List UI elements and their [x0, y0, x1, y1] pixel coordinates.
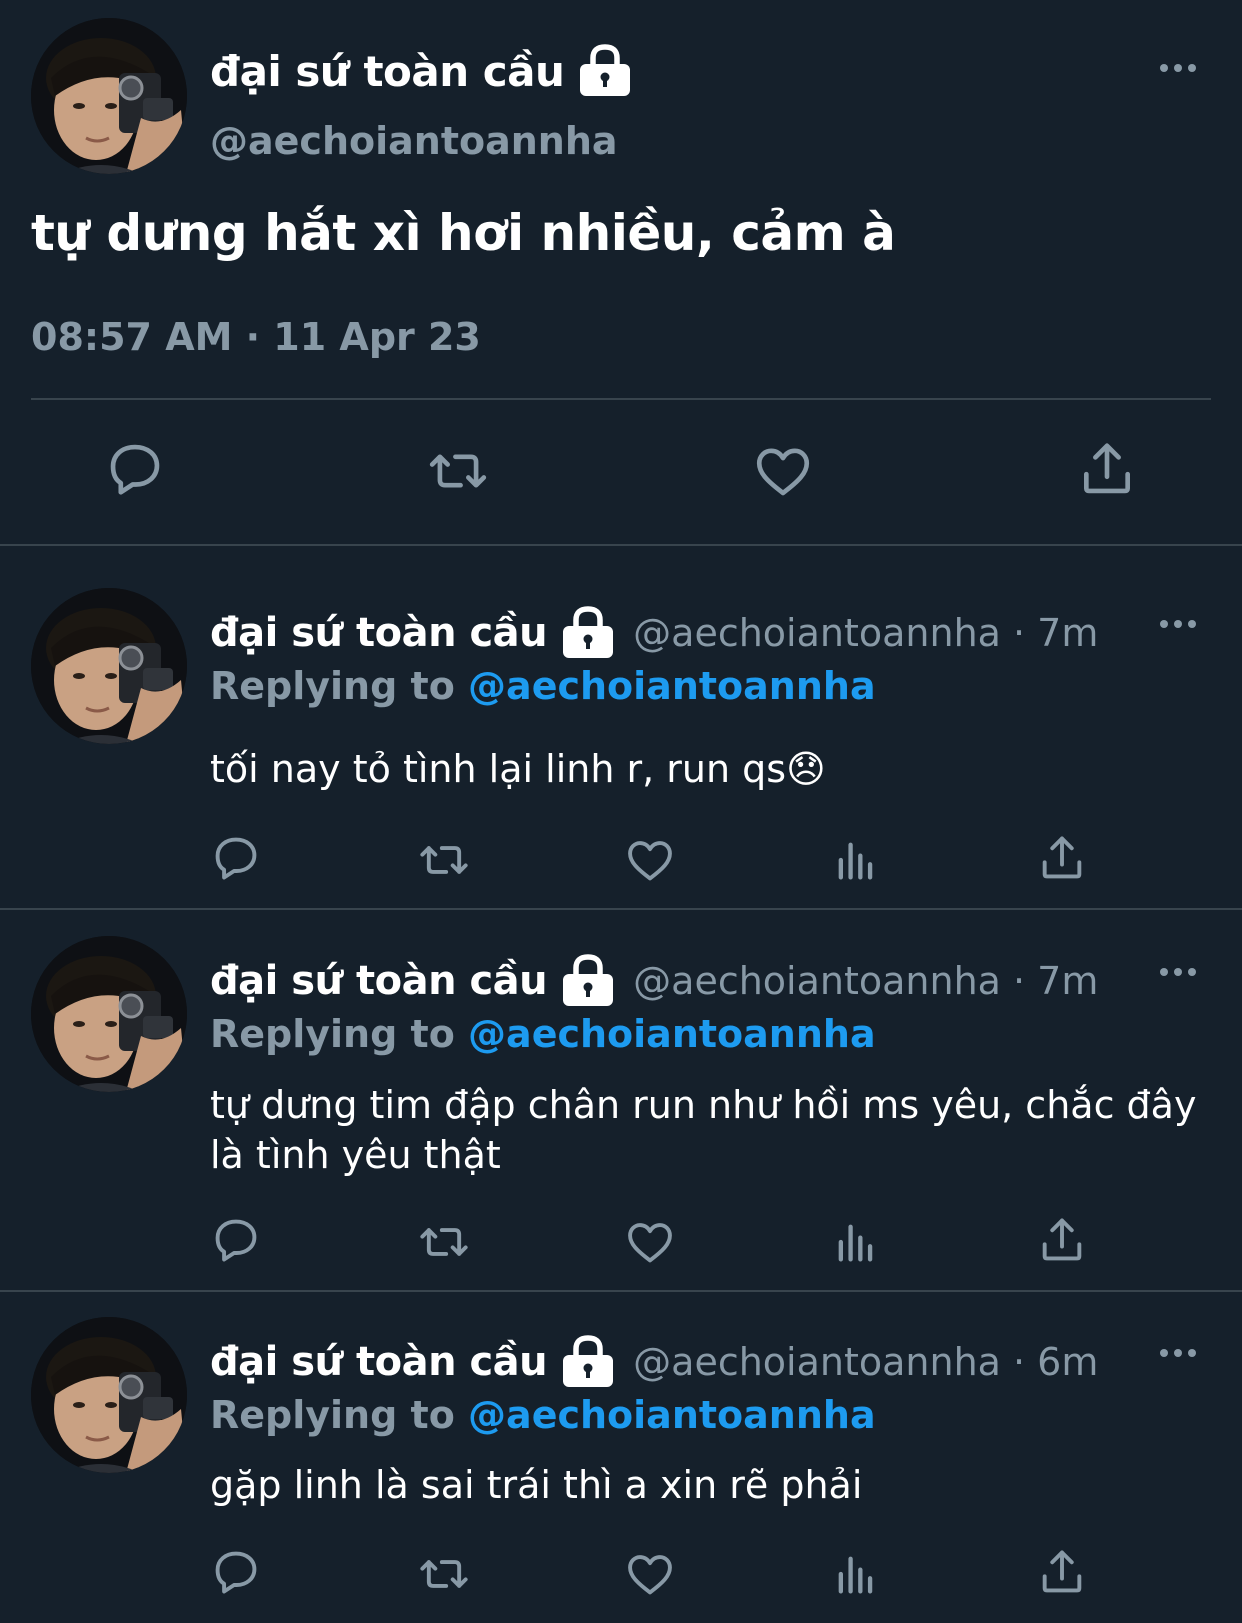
stats-icon[interactable]: [830, 834, 882, 886]
reply-icon[interactable]: [104, 438, 166, 500]
display-name[interactable]: đại sứ toàn cầu: [210, 958, 548, 1004]
tweet-text: gặp linh là sai trái thì a xin rẽ phải: [210, 1463, 863, 1507]
retweet-icon[interactable]: [416, 1548, 472, 1600]
replying-to: Replying to @aechoiantoannha: [210, 1012, 876, 1056]
replying-to: Replying to @aechoiantoannha: [210, 664, 876, 708]
display-name[interactable]: đại sứ toàn cầu: [210, 44, 632, 98]
handle-time[interactable]: @aechoiantoannha · 7m: [633, 959, 1098, 1003]
mention-link[interactable]: @aechoiantoannha: [468, 664, 876, 708]
replying-label: Replying to: [210, 664, 455, 708]
tweet-header: đại sứ toàn cầu @aechoiantoannha · 6m: [210, 1335, 1098, 1389]
replying-label: Replying to: [210, 1012, 455, 1056]
timestamp: 08:57 AM · 11 Apr 23: [31, 315, 481, 359]
like-icon[interactable]: [624, 834, 676, 886]
stats-icon[interactable]: [830, 1216, 882, 1268]
handle-time[interactable]: @aechoiantoannha · 6m: [633, 1340, 1098, 1384]
mention-link[interactable]: @aechoiantoannha: [468, 1012, 876, 1056]
tweet-text: tự dưng hắt xì hơi nhiều, cảm à: [31, 204, 896, 262]
tweet-text: tối nay tỏ tình lại linh r, run qs😞: [210, 747, 826, 791]
handle[interactable]: @aechoiantoannha: [210, 119, 618, 163]
retweet-icon[interactable]: [425, 440, 491, 502]
reply-icon[interactable]: [210, 832, 262, 884]
reply-icon[interactable]: [210, 1546, 262, 1598]
like-icon[interactable]: [752, 440, 814, 502]
share-icon[interactable]: [1036, 1214, 1088, 1266]
retweet-icon[interactable]: [416, 1216, 472, 1268]
lock-icon: [561, 1335, 615, 1389]
divider: [0, 908, 1242, 910]
replying-to: Replying to @aechoiantoannha: [210, 1393, 876, 1437]
avatar[interactable]: [31, 1317, 187, 1473]
more-icon[interactable]: [1160, 962, 1200, 982]
more-icon[interactable]: [1160, 1343, 1200, 1363]
avatar[interactable]: [31, 936, 187, 1092]
tweet-header: đại sứ toàn cầu @aechoiantoannha · 7m: [210, 606, 1098, 660]
reply-icon[interactable]: [210, 1214, 262, 1266]
divider: [0, 544, 1242, 546]
retweet-icon[interactable]: [416, 834, 472, 886]
lock-icon: [561, 954, 615, 1008]
lock-icon: [561, 606, 615, 660]
stats-icon[interactable]: [830, 1548, 882, 1600]
more-icon[interactable]: [1160, 614, 1200, 634]
display-name[interactable]: đại sứ toàn cầu: [210, 1339, 548, 1385]
display-name-text: đại sứ toàn cầu: [210, 46, 565, 96]
display-name[interactable]: đại sứ toàn cầu: [210, 610, 548, 656]
tweet-header: đại sứ toàn cầu @aechoiantoannha · 7m: [210, 954, 1098, 1008]
handle-time[interactable]: @aechoiantoannha · 7m: [633, 611, 1098, 655]
replying-label: Replying to: [210, 1393, 455, 1437]
share-icon[interactable]: [1076, 438, 1138, 500]
more-icon[interactable]: [1160, 58, 1200, 78]
like-icon[interactable]: [624, 1548, 676, 1600]
divider: [31, 398, 1211, 400]
avatar[interactable]: [31, 588, 187, 744]
like-icon[interactable]: [624, 1216, 676, 1268]
lock-icon: [578, 44, 632, 98]
tweet-text: tự dưng tim đập chân run như hồi ms yêu,…: [210, 1083, 1197, 1177]
divider: [0, 1290, 1242, 1292]
share-icon[interactable]: [1036, 1546, 1088, 1598]
mention-link[interactable]: @aechoiantoannha: [468, 1393, 876, 1437]
avatar[interactable]: [31, 18, 187, 174]
share-icon[interactable]: [1036, 832, 1088, 884]
